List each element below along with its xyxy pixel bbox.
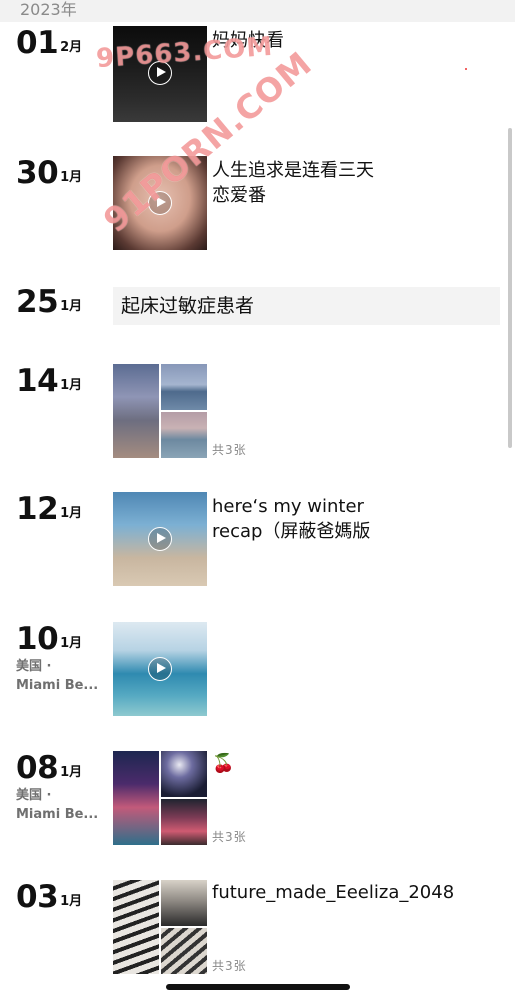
caption-line: 恋爱番: [212, 185, 266, 206]
post-day: 03: [16, 879, 59, 915]
photo-count: 共3张: [212, 959, 247, 973]
post-day: 14: [16, 363, 59, 399]
photo-thumbnail[interactable]: [161, 364, 207, 410]
post-month: 1月: [60, 506, 83, 521]
photo-thumbnail[interactable]: [161, 799, 207, 845]
post-month: 1月: [60, 636, 83, 651]
post-location: 美国 · Miami Be...: [16, 657, 106, 695]
post-date: 25 1月: [16, 285, 82, 319]
photo-thumbnail[interactable]: [161, 412, 207, 458]
post-caption: here‘s my winter recap（屏蔽爸媽版: [212, 494, 492, 544]
photo-grid[interactable]: [113, 364, 207, 458]
post-month: 2月: [60, 40, 83, 55]
post-location: 美国 · Miami Be...: [16, 786, 106, 824]
post-day: 01: [16, 25, 59, 61]
photo-thumbnail[interactable]: [113, 880, 159, 974]
caption-line: 人生追求是连看三天: [212, 160, 374, 181]
post-caption: 🍒: [212, 753, 235, 774]
post-month: 1月: [60, 299, 83, 314]
post-day: 12: [16, 491, 59, 527]
photo-thumbnail[interactable]: [161, 751, 207, 797]
caption-line: here‘s my winter: [212, 496, 364, 517]
red-dot: [465, 68, 467, 70]
video-thumbnail[interactable]: [113, 622, 207, 716]
photo-thumbnail[interactable]: [161, 880, 207, 926]
location-city: Miami Be...: [16, 807, 99, 822]
post-caption: future_made_Eeeliza_2048: [212, 882, 455, 903]
post-date: 01 2月: [16, 26, 82, 60]
photo-grid[interactable]: [113, 751, 207, 845]
post-date: 14 1月: [16, 364, 82, 398]
post-date: 03 1月: [16, 880, 82, 914]
post-month: 1月: [60, 170, 83, 185]
play-icon: [148, 657, 172, 681]
photo-thumbnail[interactable]: [113, 364, 159, 458]
post-day: 10: [16, 621, 59, 657]
post-date: 08 1月: [16, 751, 82, 785]
caption-line: recap（屏蔽爸媽版: [212, 521, 371, 542]
post-month: 1月: [60, 894, 83, 909]
post-caption: 人生追求是连看三天 恋爱番: [212, 158, 492, 208]
home-indicator[interactable]: [166, 984, 350, 990]
location-country: 美国 ·: [16, 788, 52, 803]
post-day: 25: [16, 284, 59, 320]
play-icon: [148, 527, 172, 551]
location-country: 美国 ·: [16, 659, 52, 674]
post-date: 30 1月: [16, 156, 82, 190]
photo-count: 共3张: [212, 830, 247, 844]
text-post[interactable]: 起床过敏症患者: [113, 287, 500, 325]
year-header: 2023年: [0, 0, 515, 22]
post-month: 1月: [60, 378, 83, 393]
photo-count: 共3张: [212, 443, 247, 457]
video-thumbnail[interactable]: [113, 492, 207, 586]
photo-thumbnail[interactable]: [113, 751, 159, 845]
post-date: 12 1月: [16, 492, 82, 526]
photo-grid[interactable]: [113, 880, 207, 974]
post-day: 30: [16, 155, 59, 191]
post-day: 08: [16, 750, 59, 786]
photo-thumbnail[interactable]: [161, 928, 207, 974]
scrollbar[interactable]: [508, 128, 512, 448]
location-city: Miami Be...: [16, 678, 99, 693]
post-date: 10 1月: [16, 622, 82, 656]
post-month: 1月: [60, 765, 83, 780]
